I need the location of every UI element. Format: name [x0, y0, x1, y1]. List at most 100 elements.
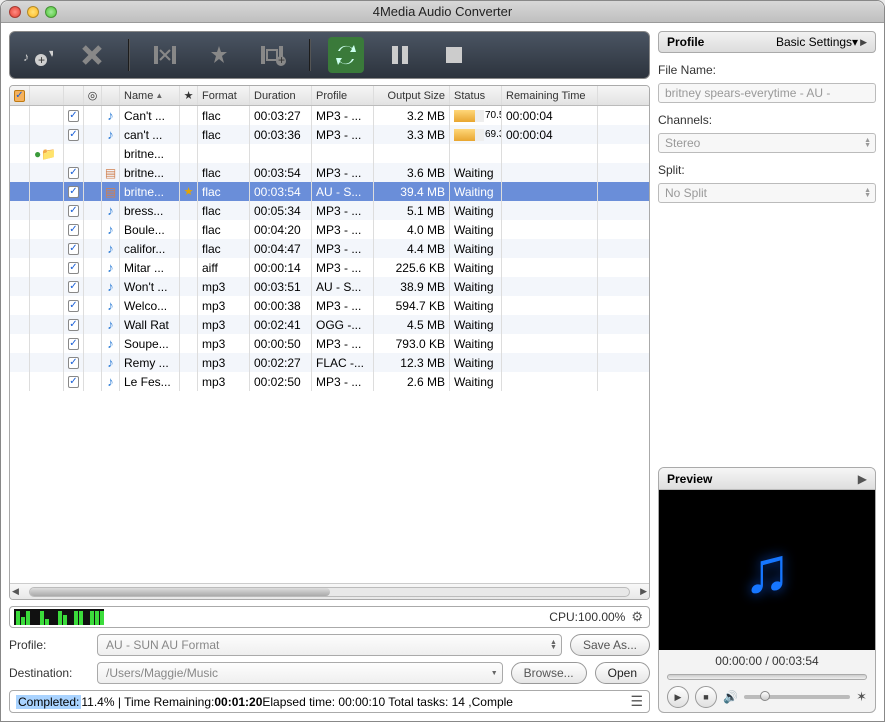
split-label: Split:	[658, 163, 876, 177]
h-scrollbar[interactable]	[29, 587, 630, 597]
preview-expand-icon[interactable]: ▶	[858, 472, 867, 486]
svg-text:+: +	[278, 53, 285, 66]
table-row[interactable]: ♪Le Fes...mp300:02:50MP3 - ...2.6 MBWait…	[10, 372, 649, 391]
row-checkbox[interactable]	[68, 338, 79, 350]
file-table: ◎ Name ★ Format Duration Profile Output …	[9, 85, 650, 600]
add-file-button[interactable]: ♪+▾	[20, 37, 56, 73]
filename-field[interactable]: britney spears-everytime - AU -	[658, 83, 876, 103]
open-button[interactable]: Open	[595, 662, 650, 684]
table-body: ♪Can't ...flac00:03:27MP3 - ...3.2 MB70.…	[10, 106, 649, 583]
caret-icon: ▲▼	[550, 640, 557, 650]
row-checkbox[interactable]	[68, 281, 79, 293]
col-remaining[interactable]: Remaining Time	[502, 86, 598, 105]
table-row[interactable]: ♪Mitar ...aiff00:00:14MP3 - ...225.6 KBW…	[10, 258, 649, 277]
save-as-button[interactable]: Save As...	[570, 634, 650, 656]
col-duration[interactable]: Duration	[250, 86, 312, 105]
scroll-right-icon[interactable]: ▶	[640, 586, 647, 597]
col-output-size[interactable]: Output Size	[374, 86, 450, 105]
volume-icon: 🔊	[723, 690, 738, 704]
cpu-label: CPU:100.00%	[549, 610, 625, 624]
svg-text:▾: ▾	[49, 46, 53, 60]
stop-preview-button[interactable]: ■	[695, 686, 717, 708]
split-select[interactable]: No Split▲▼	[658, 183, 876, 203]
star-icon: ★	[184, 185, 194, 198]
preview-seekbar[interactable]	[667, 674, 867, 680]
music-icon: ♪	[107, 241, 114, 256]
col-status[interactable]: Status	[450, 86, 502, 105]
table-row[interactable]: ♪Soupe...mp300:00:50MP3 - ...793.0 KBWai…	[10, 334, 649, 353]
status-completed-label: Completed:	[16, 695, 81, 709]
delete-button[interactable]	[74, 37, 110, 73]
advance-icon[interactable]: ▶	[860, 37, 867, 48]
row-checkbox[interactable]	[68, 376, 79, 388]
profile-value: AU - SUN AU Format	[106, 638, 219, 652]
pause-button[interactable]	[382, 37, 418, 73]
table-row[interactable]: ♪Remy ...mp300:02:27FLAC -...12.3 MBWait…	[10, 353, 649, 372]
gear-icon[interactable]: ⚙	[631, 609, 643, 625]
col-disc[interactable]: ◎	[84, 86, 102, 105]
filename-label: File Name:	[658, 63, 876, 77]
row-checkbox[interactable]	[68, 167, 79, 179]
status-time-remaining: 00:01:20	[214, 695, 262, 709]
music-icon: ♪	[107, 317, 114, 332]
clip-button[interactable]	[147, 37, 183, 73]
row-checkbox[interactable]	[68, 129, 79, 141]
add-profile-button[interactable]: +	[255, 37, 291, 73]
music-icon: ♪	[107, 127, 114, 142]
preview-time: 00:00:00 / 00:03:54	[659, 650, 875, 672]
doc-icon: ▤	[105, 166, 116, 180]
table-row[interactable]: ♪Wall Ratmp300:02:41OGG -...4.5 MBWaitin…	[10, 315, 649, 334]
col-name[interactable]: Name	[120, 86, 180, 105]
effects-button[interactable]	[201, 37, 237, 73]
col-format[interactable]: Format	[198, 86, 250, 105]
table-row[interactable]: ▤britne...★flac00:03:54AU - S...39.4 MBW…	[10, 182, 649, 201]
basic-settings-toggle[interactable]: Basic Settings▾	[776, 35, 858, 49]
toolbar-divider	[309, 39, 310, 71]
profile-select[interactable]: AU - SUN AU Format ▲▼	[97, 634, 562, 656]
row-checkbox[interactable]	[68, 300, 79, 312]
destination-select[interactable]: /Users/Maggie/Music▼	[97, 662, 503, 684]
row-checkbox[interactable]	[68, 357, 79, 369]
play-button[interactable]: ▶	[667, 686, 689, 708]
table-header: ◎ Name ★ Format Duration Profile Output …	[10, 86, 649, 106]
caret-icon: ▼	[491, 671, 498, 676]
svg-text:+: +	[38, 53, 45, 67]
browse-button[interactable]: Browse...	[511, 662, 587, 684]
scroll-left-icon[interactable]: ◀	[12, 586, 19, 597]
row-checkbox[interactable]	[68, 243, 79, 255]
stop-button[interactable]	[436, 37, 472, 73]
table-row[interactable]: ♪bress...flac00:05:34MP3 - ...5.1 MBWait…	[10, 201, 649, 220]
music-icon: ♪	[107, 108, 114, 123]
table-row[interactable]: ♪califor...flac00:04:47MP3 - ...4.4 MBWa…	[10, 239, 649, 258]
row-checkbox[interactable]	[68, 205, 79, 217]
doc-icon: ▤	[105, 185, 116, 199]
table-row[interactable]: ♪can't ...flac00:03:36MP3 - ...3.3 MB69.…	[10, 125, 649, 144]
row-checkbox[interactable]	[68, 110, 79, 122]
app-window: 4Media Audio Converter ♪+▾ +	[0, 0, 885, 722]
row-checkbox[interactable]	[68, 224, 79, 236]
music-note-icon: ♫	[743, 533, 791, 607]
table-row[interactable]: ● 📁britne...	[10, 144, 649, 163]
volume-slider[interactable]	[744, 695, 850, 699]
table-row[interactable]: ♪Boule...flac00:04:20MP3 - ...4.0 MBWait…	[10, 220, 649, 239]
preview-panel: Preview ▶ ♫ 00:00:00 / 00:03:54 ▶ ■ 🔊 ✶	[658, 467, 876, 713]
preview-title: Preview	[667, 472, 712, 486]
table-row[interactable]: ♪Won't ...mp300:03:51AU - S...38.9 MBWai…	[10, 277, 649, 296]
table-row[interactable]: ♪Can't ...flac00:03:27MP3 - ...3.2 MB70.…	[10, 106, 649, 125]
col-profile[interactable]: Profile	[312, 86, 374, 105]
convert-button[interactable]	[328, 37, 364, 73]
music-icon: ♪	[107, 336, 114, 351]
status-text1: 11.4% | Time Remaining:	[81, 695, 214, 709]
snapshot-icon[interactable]: ✶	[856, 689, 867, 705]
col-star[interactable]: ★	[180, 86, 198, 105]
row-checkbox[interactable]	[68, 262, 79, 274]
table-row[interactable]: ♪Welco...mp300:00:38MP3 - ...594.7 KBWai…	[10, 296, 649, 315]
channels-select[interactable]: Stereo▲▼	[658, 133, 876, 153]
table-row[interactable]: ▤britne...flac00:03:54MP3 - ...3.6 MBWai…	[10, 163, 649, 182]
status-text2: Elapsed time: 00:00:10 Total tasks: 14 ,…	[262, 695, 513, 709]
header-checkbox[interactable]	[14, 90, 25, 102]
main-toolbar: ♪+▾ +	[9, 31, 650, 79]
task-list-icon[interactable]: ☰	[630, 693, 643, 710]
row-checkbox[interactable]	[68, 186, 79, 198]
row-checkbox[interactable]	[68, 319, 79, 331]
